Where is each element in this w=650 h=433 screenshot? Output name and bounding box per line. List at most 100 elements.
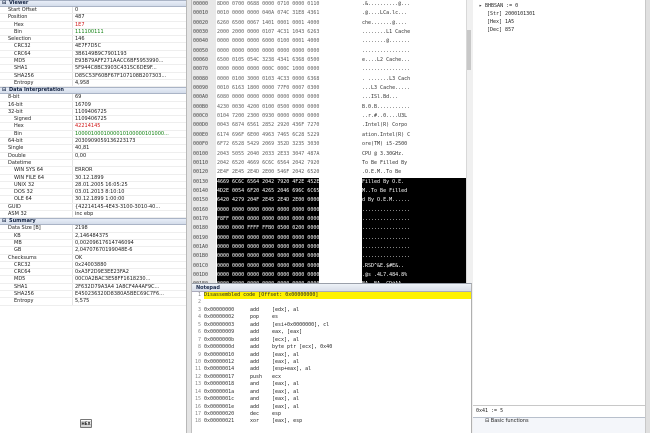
code-line[interactable]: 4 0x00000002 pop es [192,314,471,321]
hex-ascii[interactable]: ................ [362,214,470,225]
code-line[interactable]: 9 0x00000010 add [eax], al [192,352,471,359]
hex-row[interactable]: 00020 6260 6500 0067 1401 0001 0001 4000 c… [192,18,471,29]
hex-bytes[interactable]: 4230 0030 4200 0100 0500 0000 0000 [217,103,319,112]
hex-row[interactable]: 001B0 0000 0000 0000 0000 0000 0000 0000.… [192,252,471,262]
tree-item[interactable]: [Dec] 857 [473,26,650,34]
hex-ascii[interactable]: . .......L3 Cach [362,75,470,84]
hex-row[interactable]: 00100 2043 5055 2040 2033 2E33 3047 487A … [192,149,471,159]
property-row[interactable]: CRC64 0xA3F2D9E3EE23FA2 [0,269,186,277]
property-row[interactable]: Single 40,81 [0,145,186,153]
tree-item[interactable]: ▸ BHBSAN := 0 [473,2,650,10]
code-line[interactable]: 12 0x00000017 push ecx [192,374,471,381]
hex-bytes[interactable]: 6174 696F 6E00 4963 7465 6C28 5229 [217,131,319,140]
basic-functions-item[interactable]: ⊟ Basic functions [473,418,645,425]
property-row[interactable]: SHA256 D85C53F60BF67F107108B207303... [0,72,186,80]
property-row[interactable]: CRC32 0x24003880 [0,261,186,270]
property-row[interactable]: Checksums OK [0,254,186,262]
hex-row[interactable]: 00080 0000 0100 3000 0103 4C33 0000 6368.… [192,74,471,85]
hex-ascii[interactable]: Filled By O.E. [362,177,470,187]
code-line[interactable]: 5 0x00000003 add [esi+0x0000000], cl [192,322,471,329]
collapse-icon[interactable]: ⊟ [2,219,6,224]
code-line[interactable]: 18 0x00000021 xor [eax], esp [192,418,471,425]
hex-bytes[interactable]: 0000 0000 0000 6000 0100 0001 4000 [217,37,319,46]
property-row[interactable]: Position 487 [0,14,186,22]
hex-ascii[interactable]: ........L1 Cache [362,28,470,37]
hex-row[interactable]: 00050 0000 0000 0000 0000 0000 0000 0000.… [192,46,471,57]
hex-row[interactable]: 00090 0010 6163 1800 0000 77F0 0007 0300.… [192,84,471,94]
hex-row[interactable]: 00190 0000 0000 0000 0000 0000 0000 0000.… [192,233,471,243]
format-toggle-button[interactable]: HEX [80,419,92,428]
property-row[interactable]: DOS 32 03.01.2013 8:10:10 [0,189,186,197]
hex-ascii[interactable]: ................ [362,224,470,234]
hex-bytes[interactable]: 0000 0000 0000 0000 0000 0000 0000 [217,205,320,215]
hex-bytes[interactable]: 0000 0000 FFFF FFB0 0500 0200 0000 [217,224,320,234]
hex-scrollbar-thumb[interactable] [467,30,471,70]
hex-row[interactable]: 00010 0010 0000 0000 040A 074C 31E8 4361.… [192,9,471,19]
hex-bytes[interactable]: 6420 4279 204F 2E45 2E4D 2E00 0000 [217,196,320,206]
hex-ascii[interactable]: ore(TM) i5-2500 [362,140,470,149]
property-row[interactable]: Datetime [0,159,186,168]
property-row[interactable]: WIN SYS 64 ERROR [0,167,186,175]
collapse-icon[interactable]: ⊟ [2,1,6,6]
hex-row[interactable]: 00110 2042 6520 4669 6C6C 6564 2042 7920 T… [192,158,471,169]
hex-bytes[interactable]: 2000 2000 0000 0107 4C31 1043 6263 [217,28,319,37]
hex-bytes[interactable]: 4669 6C6C 6564 2042 7920 4F2E 452E [217,177,320,187]
hex-row[interactable]: 000C0 0104 7200 2300 0930 0000 0000 0000.… [192,112,471,122]
property-row[interactable]: GUID {42214145-4E43-3100-3010-40... [0,203,186,212]
property-row[interactable]: Double 0,00 [0,152,186,160]
property-row[interactable]: UNIX 32 28.01.2005 16:05:25 [0,181,186,190]
code-line[interactable]: 14 0x0000001a and [eax], al [192,389,471,396]
property-row[interactable]: Data Size [B] 2198 [0,225,186,233]
hex-bytes[interactable]: F8FF 0000 0000 0000 0000 0000 0000 [217,214,320,225]
hex-row[interactable]: 00030 2000 2000 0000 0107 4C31 1043 6263.… [192,28,471,38]
hex-ascii[interactable]: M..To Be Filled [362,186,470,197]
code-line[interactable]: 17 0x00000020 dec esp [192,411,471,418]
hex-ascii[interactable]: .@s .4L7.484.8% [362,270,470,281]
hex-row[interactable]: 00040 0000 0000 0000 6000 0100 0001 4000.… [192,37,471,47]
hex-ascii[interactable]: ...ISl.Bd... [362,93,470,102]
collapse-icon[interactable]: ⊟ [2,88,6,93]
hex-bytes[interactable]: 6F72 6528 5429 2069 352D 3235 3030 [217,140,319,149]
hex-row[interactable]: 00000 8D00 0700 0688 0000 0710 0000 0110.… [192,0,471,10]
structure-tree[interactable]: ▸ BHBSAN := 0 [Str] 2000101301 [Hex] 1A5 [D… [473,0,650,34]
property-row[interactable]: 32-bit 1109406725 [0,108,186,117]
hex-bytes[interactable]: 0000 0100 3000 0103 4C33 0000 6368 [217,75,319,84]
hex-ascii[interactable]: d By O.E.M...... [362,196,470,206]
hex-row[interactable]: 00130 4669 6C6C 6564 2042 7920 4F2E 452E F… [192,177,471,187]
hex-row[interactable]: 00060 6500 0105 054C 3238 4341 6368 0500 e… [192,56,471,66]
hex-bytes[interactable]: 4D2E 0054 6F20 4265 2046 696C 6C65 [217,186,320,197]
code-line[interactable]: 16 0x0000001e add [eax], al [192,404,471,411]
hex-bytes[interactable]: 8D00 0700 0688 0000 0710 0000 0110 [217,0,319,9]
right-scrollbar[interactable] [645,0,650,433]
hex-row[interactable]: 00120 2E4F 2E45 2E4D 2E00 546F 2042 6520.… [192,168,471,178]
hex-bytes[interactable]: 0104 7200 2300 0930 0000 0000 0000 [217,112,319,121]
hex-bytes[interactable]: 0000 0000 0000 0000 0000 0000 0000 [217,270,320,281]
property-row[interactable]: Selection 146 [0,36,186,44]
hex-bytes[interactable]: 2043 5055 2040 2033 2E33 3047 487A [217,150,319,159]
hex-ascii[interactable]: e....L2 Cache... [362,56,470,65]
hex-bytes[interactable]: 0010 6163 1800 0000 77F0 0007 0300 [217,84,319,93]
hex-bytes[interactable]: 0000 0000 0000 0000 0000 0000 0000 [217,252,320,262]
hex-ascii[interactable]: CPU @ 3.30GHz. [362,150,470,159]
property-row[interactable]: 16-bit 16709 [0,101,186,109]
hex-row[interactable]: 000B0 4230 0030 4200 0100 0500 0000 0000 B… [192,102,471,113]
hex-view[interactable]: 00000 8D00 0700 0688 0000 0710 0000 0110.… [192,0,472,283]
hex-row[interactable]: 00170 F8FF 0000 0000 0000 0000 0000 0000.… [192,214,471,225]
hex-row[interactable]: 00070 0000 0000 0000 000C 000C 1000 0000.… [192,65,471,75]
hex-row[interactable]: 00180 0000 0000 FFFF FFB0 0500 0200 0000.… [192,224,471,234]
hex-ascii[interactable]: .&..........@... [362,0,470,9]
property-row[interactable]: MD5 00C0A2BAC3E58FF1618230... [0,276,186,284]
code-line[interactable]: 15 0x0000001c and [eax], al [192,396,471,403]
section-header[interactable]: ⊟ Viewer [0,0,186,7]
property-row[interactable]: Bin 111100111 [0,28,186,37]
code-line[interactable]: 7 0x0000000b add [ecx], al [192,337,471,344]
property-row[interactable]: Start Offset 0 [0,7,186,15]
hex-bytes[interactable]: 0000 0000 0000 0000 0000 0000 0000 [217,47,319,56]
hex-row[interactable]: 00160 0000 0000 0000 0000 0000 0000 0000.… [192,205,471,215]
hex-ascii[interactable]: ................ [362,242,470,253]
hex-ascii[interactable]: ...L3 Cache..... [362,84,470,93]
hex-ascii[interactable]: B.0.B........... [362,103,470,112]
hex-ascii[interactable]: ................ [362,65,470,74]
section-header[interactable]: ⊟ Summary [0,218,186,226]
hex-ascii[interactable]: .@....LCa.lc... [362,9,470,18]
